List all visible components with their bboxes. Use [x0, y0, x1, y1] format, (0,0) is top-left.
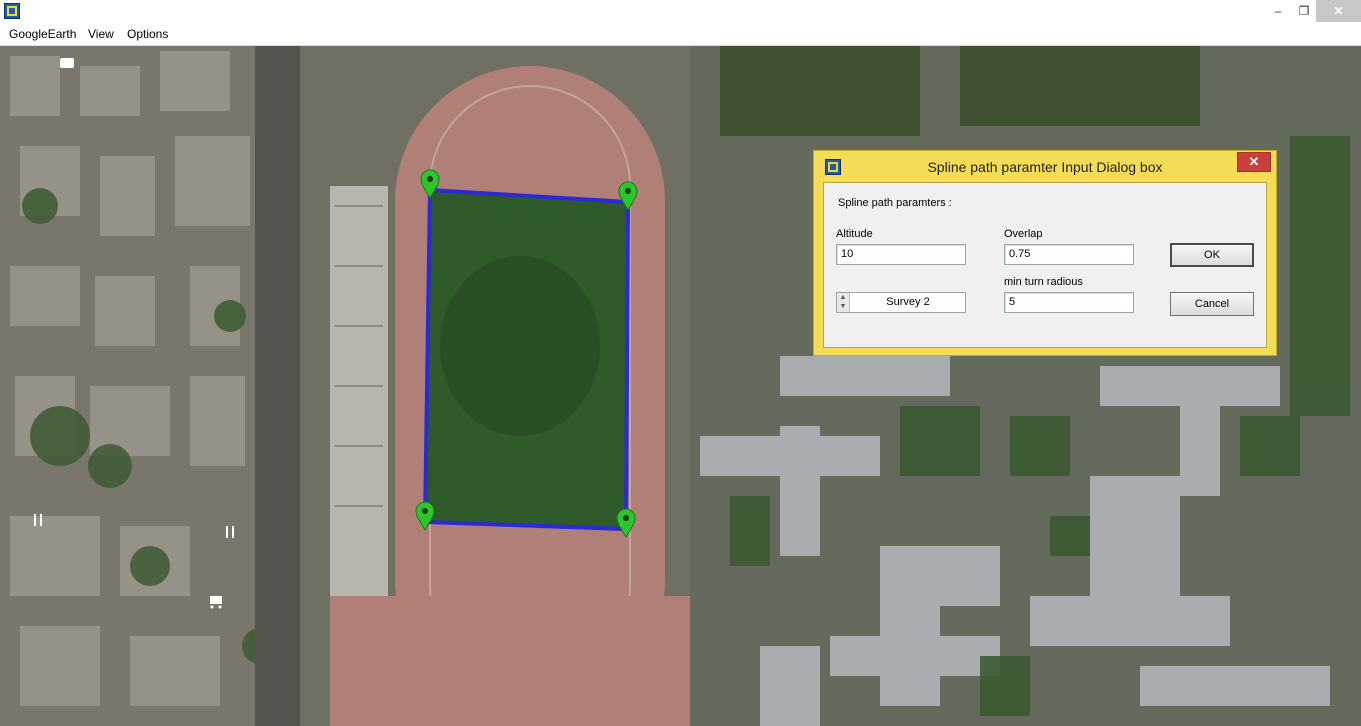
- dialog-close-button[interactable]: ✕: [1237, 152, 1271, 172]
- maximize-button[interactable]: ❐: [1289, 0, 1319, 22]
- dialog-body: Spline path paramters : Altitude 10 Over…: [823, 182, 1267, 348]
- dialog-title: Spline path paramter Input Dialog box: [927, 159, 1163, 175]
- menu-options[interactable]: Options: [127, 27, 168, 41]
- ok-button[interactable]: OK: [1170, 243, 1254, 267]
- dialog-title-bar[interactable]: Spline path paramter Input Dialog box ✕: [814, 151, 1276, 181]
- map-canvas[interactable]: [0, 46, 1361, 726]
- altitude-input[interactable]: 10: [836, 244, 966, 265]
- altitude-label: Altitude: [836, 228, 873, 240]
- menu-view[interactable]: View: [88, 27, 114, 41]
- overlap-label: Overlap: [1004, 228, 1043, 240]
- min-turn-radius-input[interactable]: 5: [1004, 292, 1134, 313]
- menu-bar: GoogleEarth View Options: [0, 23, 1361, 46]
- close-button[interactable]: ✕: [1316, 0, 1361, 22]
- cancel-button[interactable]: Cancel: [1170, 292, 1254, 316]
- satellite-map[interactable]: [0, 46, 1361, 726]
- bus-icon: [60, 58, 74, 68]
- menu-googleearth[interactable]: GoogleEarth: [9, 27, 76, 41]
- overlap-input[interactable]: 0.75: [1004, 244, 1134, 265]
- spin-updown-icon[interactable]: ▲ ▼: [837, 293, 850, 312]
- survey-selector[interactable]: ▲ ▼ Survey 2: [836, 292, 966, 313]
- survey-value: Survey 2: [886, 296, 930, 308]
- section-label: Spline path paramters :: [838, 197, 952, 209]
- spline-path-dialog: Spline path paramter Input Dialog box ✕ …: [813, 150, 1277, 356]
- min-turn-radius-label: min turn radious: [1004, 276, 1083, 288]
- app-icon: [4, 3, 20, 19]
- window-title-bar: ‒ ❐ ✕: [0, 0, 1361, 23]
